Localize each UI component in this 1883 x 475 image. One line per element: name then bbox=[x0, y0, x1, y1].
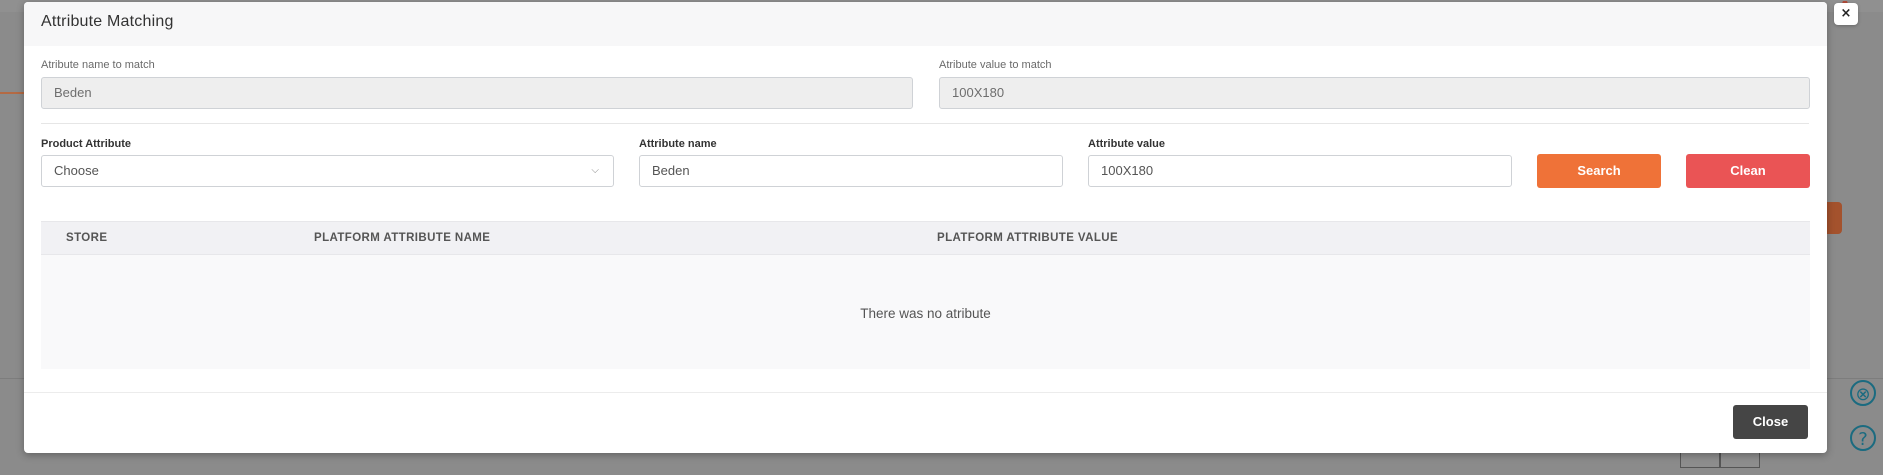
chevron-down-icon: ⌵ bbox=[591, 165, 599, 176]
attribute-value-input[interactable]: 100X180 bbox=[1088, 155, 1512, 187]
help-icon[interactable]: ? bbox=[1850, 425, 1876, 451]
attribute-matching-modal: Attribute Matching Atribute name to matc… bbox=[24, 2, 1858, 453]
search-button[interactable]: Search bbox=[1537, 154, 1661, 188]
modal-header: Attribute Matching bbox=[24, 2, 1827, 46]
attribute-name-to-match-label: Atribute name to match bbox=[41, 59, 155, 71]
section-divider bbox=[41, 123, 1809, 124]
attribute-value-to-match-label: Atribute value to match bbox=[939, 59, 1052, 71]
close-button[interactable]: Close bbox=[1733, 405, 1808, 439]
footer-divider bbox=[24, 392, 1827, 393]
column-header-store: STORE bbox=[66, 232, 108, 244]
column-header-platform-attribute-name: PLATFORM ATTRIBUTE NAME bbox=[314, 232, 491, 244]
attribute-value-to-match-field: 100X180 bbox=[939, 77, 1810, 109]
clean-button[interactable]: Clean bbox=[1686, 154, 1810, 188]
product-attribute-label: Product Attribute bbox=[41, 138, 132, 150]
column-header-platform-attribute-value: PLATFORM ATTRIBUTE VALUE bbox=[937, 232, 1119, 244]
product-attribute-select[interactable]: Choose ⌵ bbox=[41, 155, 614, 187]
support-icon[interactable]: ⊗ bbox=[1850, 380, 1876, 406]
empty-table-message: There was no atribute bbox=[860, 306, 991, 321]
product-attribute-selected-value: Choose bbox=[54, 163, 99, 178]
attribute-value-label: Attribute value bbox=[1088, 138, 1166, 150]
attribute-name-input[interactable]: Beden bbox=[639, 155, 1063, 187]
modal-title: Attribute Matching bbox=[41, 13, 174, 30]
attribute-name-to-match-field: Beden bbox=[41, 77, 913, 109]
table-header: STORE PLATFORM ATTRIBUTE NAME PLATFORM A… bbox=[41, 221, 1810, 255]
close-icon[interactable]: × bbox=[1834, 3, 1858, 25]
attribute-table: STORE PLATFORM ATTRIBUTE NAME PLATFORM A… bbox=[41, 221, 1810, 369]
attribute-name-label: Attribute name bbox=[639, 138, 717, 150]
